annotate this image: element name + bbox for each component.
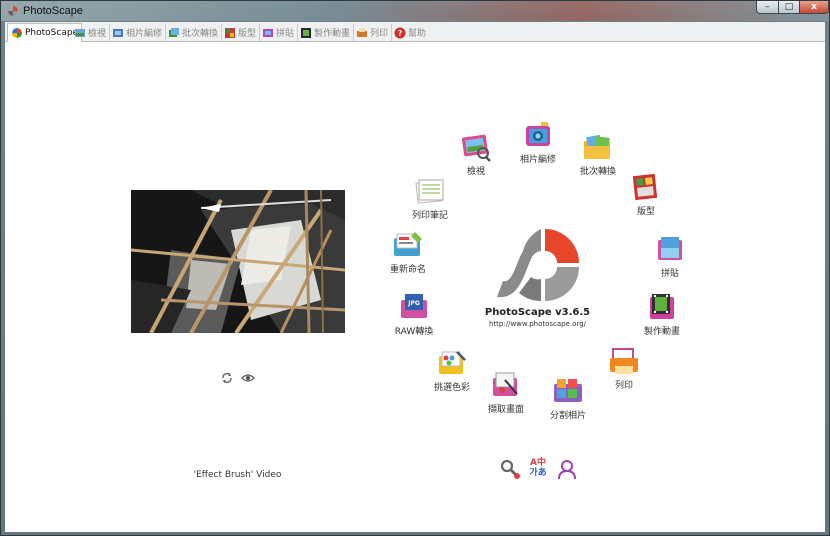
animated-gif-icon: [650, 294, 674, 319]
tab-label: 相片編修: [126, 29, 163, 39]
app-version-title: PhotoScape v3.6.5: [484, 307, 591, 318]
tab-batch[interactable]: 批次轉換: [165, 24, 223, 41]
combine-icon: [263, 28, 273, 37]
batch-icon: [169, 27, 179, 37]
viewer-icon: [461, 134, 491, 162]
launch-animated-gif[interactable]: 製作動畫: [627, 292, 697, 337]
tab-page[interactable]: 版型: [221, 24, 261, 41]
refresh-icon[interactable]: [221, 372, 233, 384]
tab-bar: PhotoScape 檢視 相片編修 批次轉換 版型 拼貼 製作動畫 列印 ? …: [5, 22, 825, 42]
tab-print[interactable]: 列印: [353, 24, 393, 41]
launch-raw-converter[interactable]: JPG RAW轉換: [379, 292, 449, 337]
settings-wrench-icon[interactable]: [499, 458, 521, 480]
website-link[interactable]: http://www.photoscape.org/: [475, 320, 600, 328]
photoscape-icon: [12, 27, 22, 38]
launch-label: 列印筆記: [411, 211, 448, 221]
tab-help[interactable]: ? 幫助: [391, 24, 429, 41]
print-icon: [610, 348, 638, 374]
editor-icon: [113, 28, 123, 37]
paper-print-icon: [415, 179, 444, 204]
launch-label: 檢視: [466, 167, 485, 177]
raw-converter-icon: JPG: [401, 294, 427, 318]
launch-label: 拼貼: [660, 269, 679, 279]
launch-batch[interactable]: 批次轉換: [563, 132, 633, 177]
home-panel: 'Effect Brush' Video 檢視 相片編修 批次轉換 版型 拼貼 …: [5, 42, 825, 532]
effect-brush-video-thumbnail[interactable]: [131, 190, 345, 333]
svg-text:JPG: JPG: [407, 300, 420, 307]
tab-label: 拼貼: [276, 29, 295, 39]
page-icon: [225, 27, 235, 38]
launch-paper-print[interactable]: 列印筆記: [395, 176, 465, 221]
help-icon: ?: [394, 27, 406, 38]
tab-combine[interactable]: 拼貼: [259, 24, 299, 41]
combine-icon: [658, 237, 682, 260]
tab-label: 批次轉換: [182, 29, 219, 39]
editor-icon: [526, 122, 550, 146]
photoscape-app-icon: [8, 6, 18, 16]
close-button[interactable]: x: [799, 1, 829, 14]
tab-label: 製作動畫: [314, 29, 351, 39]
app-window: PhotoScape – □ x PhotoScape 檢視 相片編修 批次轉換…: [0, 0, 830, 536]
eye-icon[interactable]: [241, 372, 255, 384]
launch-label: 分割相片: [549, 411, 586, 421]
print-icon: [357, 27, 367, 37]
launch-combine[interactable]: 拼貼: [635, 234, 705, 279]
launch-label: 製作動畫: [643, 327, 680, 337]
svg-text:?: ?: [398, 29, 403, 38]
tab-label: 幫助: [408, 29, 427, 39]
launch-label: 擷取畫面: [487, 405, 524, 415]
page-icon: [632, 173, 658, 201]
launch-color-picker[interactable]: 挑選色彩: [417, 348, 487, 393]
tab-label: 列印: [370, 29, 389, 39]
user-icon[interactable]: [556, 458, 578, 480]
launch-rename[interactable]: 重新命名: [373, 230, 443, 275]
launch-label: RAW轉換: [394, 327, 434, 337]
launch-label: 相片編修: [519, 155, 556, 165]
launch-label: 挑選色彩: [433, 383, 470, 393]
splitter-icon: [554, 379, 582, 402]
rename-icon: [394, 232, 422, 256]
tab-viewer[interactable]: 檢視: [71, 24, 111, 41]
screen-capture-icon: [493, 372, 518, 396]
launch-label: 版型: [636, 207, 655, 217]
viewer-icon: [75, 28, 85, 37]
maximize-button[interactable]: □: [778, 1, 800, 14]
language-label-top: A中: [530, 458, 546, 468]
launch-viewer[interactable]: 檢視: [441, 132, 511, 177]
batch-icon: [584, 134, 610, 159]
tab-animated-gif[interactable]: 製作動畫: [297, 24, 355, 41]
language-icon[interactable]: A中 가あ: [527, 458, 549, 480]
window-title: PhotoScape: [23, 5, 83, 17]
launch-label: 重新命名: [389, 265, 426, 275]
architecture-photo: [131, 190, 345, 333]
minimize-button[interactable]: –: [756, 1, 779, 14]
tab-label: 檢視: [88, 29, 107, 39]
title-bar[interactable]: PhotoScape – □ x: [1, 1, 829, 21]
language-label-bottom: 가あ: [529, 468, 547, 478]
tab-editor[interactable]: 相片編修: [109, 24, 167, 41]
launch-label: 列印: [614, 381, 633, 391]
animated-gif-icon: [301, 27, 311, 38]
launch-page[interactable]: 版型: [611, 172, 681, 217]
launch-splitter[interactable]: 分割相片: [533, 376, 603, 421]
color-picker-icon: [439, 351, 466, 374]
video-caption[interactable]: 'Effect Brush' Video: [125, 470, 350, 480]
tab-label: 版型: [238, 29, 257, 39]
photoscape-logo: [497, 229, 579, 301]
